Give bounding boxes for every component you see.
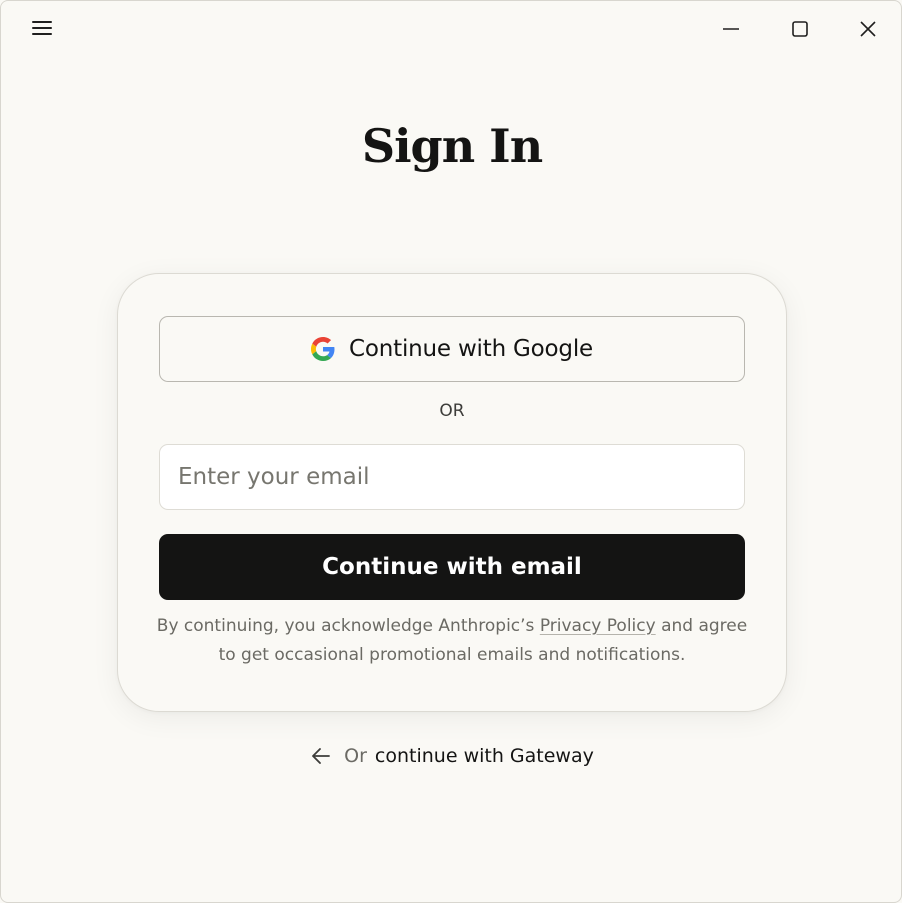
- page-title: Sign In: [361, 119, 543, 173]
- hamburger-icon: [32, 21, 52, 35]
- email-button-label: Continue with email: [322, 554, 582, 580]
- maximize-button[interactable]: [782, 13, 816, 45]
- continue-with-gateway-link[interactable]: Or continue with Gateway: [1, 745, 901, 767]
- close-button[interactable]: [851, 13, 885, 45]
- minimize-icon: [723, 28, 739, 30]
- google-logo-icon: [311, 337, 335, 361]
- privacy-policy-link[interactable]: Privacy Policy: [540, 616, 656, 636]
- close-icon: [860, 21, 876, 37]
- hamburger-menu-button[interactable]: [29, 17, 55, 39]
- maximize-icon: [792, 21, 808, 37]
- continue-with-email-button[interactable]: Continue with email: [159, 534, 745, 600]
- sign-in-card: Continue with Google OR Continue with em…: [117, 273, 787, 712]
- gateway-or-label: Or: [344, 745, 367, 767]
- minimize-button[interactable]: [714, 13, 748, 45]
- continue-with-google-button[interactable]: Continue with Google: [159, 316, 745, 382]
- email-input[interactable]: [159, 444, 745, 510]
- gateway-link-label: continue with Gateway: [374, 745, 594, 767]
- google-button-label: Continue with Google: [349, 336, 593, 362]
- disclaimer-text: By continuing, you acknowledge Anthropic…: [148, 612, 756, 670]
- app-window: Sign In Continue with Google OR Continue…: [0, 0, 902, 903]
- disclaimer-prefix: By continuing, you acknowledge Anthropic…: [156, 616, 535, 636]
- arrow-left-icon: [312, 748, 331, 764]
- or-divider-label: OR: [439, 401, 465, 421]
